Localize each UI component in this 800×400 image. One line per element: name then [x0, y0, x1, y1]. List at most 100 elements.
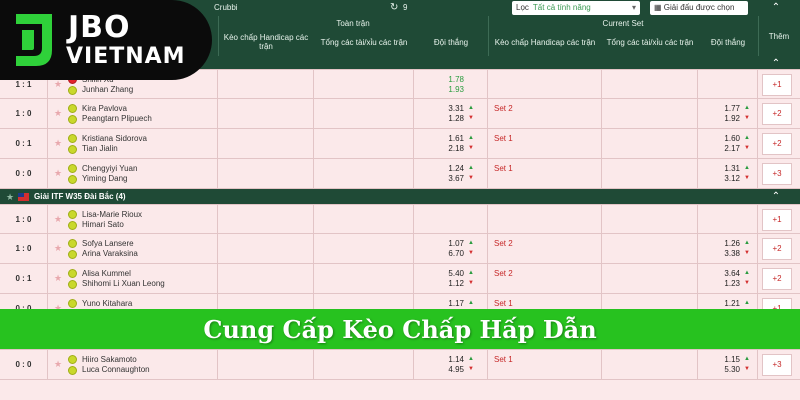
- more-markets-button[interactable]: +2: [762, 268, 792, 290]
- set-winner-odds[interactable]: 1.31: [704, 164, 740, 173]
- more-markets-button[interactable]: +3: [762, 354, 792, 376]
- match-row[interactable]: 1 : 0 ★ Kira Pavlova Peangtarn Plipuech …: [0, 99, 800, 129]
- winner-odds[interactable]: 1.93: [428, 85, 464, 94]
- full-handicap-cell[interactable]: [218, 129, 314, 158]
- set-winner-cell[interactable]: [698, 70, 758, 98]
- winner-odds[interactable]: 5.40: [428, 269, 464, 278]
- set-winner-cell[interactable]: 1.77 1.92 ▲ ▼: [698, 99, 758, 128]
- full-over-under-cell[interactable]: [314, 129, 414, 158]
- set-winner-cell[interactable]: 3.64 1.23 ▲ ▼: [698, 264, 758, 293]
- full-winner-cell[interactable]: 5.40 1.12 ▲ ▼: [414, 264, 488, 293]
- full-over-under-cell[interactable]: [314, 159, 414, 188]
- set-winner-cell[interactable]: 1.31 3.12 ▲ ▼: [698, 159, 758, 188]
- selected-leagues-button[interactable]: ▦ Giải đấu được chọn: [650, 1, 748, 15]
- full-handicap-cell[interactable]: [218, 159, 314, 188]
- full-over-under-cell[interactable]: [314, 264, 414, 293]
- more-markets-button[interactable]: +2: [762, 133, 792, 155]
- winner-odds[interactable]: 2.18: [428, 144, 464, 153]
- match-row[interactable]: 0 : 1 ★ Alisa Kummel Shihomi Li Xuan Leo…: [0, 264, 800, 294]
- set-over-under-cell[interactable]: [602, 129, 698, 158]
- set-winner-cell[interactable]: 1.60 2.17 ▲ ▼: [698, 129, 758, 158]
- collapse-all-icon[interactable]: ⌃: [766, 0, 786, 16]
- more-markets-button[interactable]: +1: [762, 73, 792, 96]
- full-over-under-cell[interactable]: [314, 234, 414, 263]
- full-handicap-cell[interactable]: [218, 70, 314, 98]
- winner-odds[interactable]: 6.70: [428, 249, 464, 258]
- full-handicap-cell[interactable]: [218, 264, 314, 293]
- filter-select[interactable]: Lọc Tất cả tính năng ▾: [512, 1, 640, 15]
- set-winner-odds[interactable]: 1.15: [704, 355, 740, 364]
- winner-odds[interactable]: 1.28: [428, 114, 464, 123]
- more-markets-button[interactable]: +2: [762, 103, 792, 125]
- set-handicap-cell[interactable]: [488, 70, 602, 98]
- full-winner-cell[interactable]: 1.61 2.18 ▲ ▼: [414, 129, 488, 158]
- set-over-under-cell[interactable]: [602, 99, 698, 128]
- full-over-under-cell[interactable]: [314, 99, 414, 128]
- winner-odds[interactable]: 4.95: [428, 365, 464, 374]
- set-over-under-cell[interactable]: [602, 70, 698, 98]
- set-winner-odds[interactable]: 1.21: [704, 299, 740, 308]
- match-row[interactable]: 0 : 0 ★ Chengyiyi Yuan Yiming Dang 1.24 …: [0, 159, 800, 189]
- set-winner-odds[interactable]: 1.92: [704, 114, 740, 123]
- set-over-under-cell[interactable]: [602, 159, 698, 188]
- set-winner-odds[interactable]: 3.12: [704, 174, 740, 183]
- league-row[interactable]: ★ Giải ITF W35 Đài Bắc (4) ⌃: [0, 189, 800, 205]
- full-handicap-cell[interactable]: [218, 205, 314, 233]
- match-row[interactable]: 1 : 0 ★ Lisa-Marie Rioux Himari Sato +1: [0, 205, 800, 234]
- set-over-under-cell[interactable]: [602, 264, 698, 293]
- set-winner-odds[interactable]: 1.23: [704, 279, 740, 288]
- winner-odds[interactable]: 1.07: [428, 239, 464, 248]
- full-over-under-cell[interactable]: [314, 205, 414, 233]
- set-winner-odds[interactable]: 3.64: [704, 269, 740, 278]
- set-winner-odds[interactable]: 1.77: [704, 104, 740, 113]
- winner-odds[interactable]: 1.24: [428, 164, 464, 173]
- star-icon[interactable]: ★: [54, 138, 62, 149]
- full-handicap-cell[interactable]: [218, 234, 314, 263]
- full-winner-cell[interactable]: [414, 205, 488, 233]
- set-handicap-cell[interactable]: [488, 205, 602, 233]
- full-winner-cell[interactable]: 1.78 1.93: [414, 70, 488, 98]
- full-winner-cell[interactable]: 1.14 4.95 ▲ ▼: [414, 350, 488, 379]
- full-winner-cell[interactable]: 1.07 6.70 ▲ ▼: [414, 234, 488, 263]
- match-row[interactable]: 1 : 0 ★ Sofya Lansere Arina Varaksina 1.…: [0, 234, 800, 264]
- refresh-icon[interactable]: ↻: [390, 0, 398, 16]
- set-winner-odds[interactable]: 2.17: [704, 144, 740, 153]
- set-winner-cell[interactable]: 1.26 3.38 ▲ ▼: [698, 234, 758, 263]
- full-over-under-cell[interactable]: [314, 350, 414, 379]
- set-winner-cell[interactable]: 1.15 5.30 ▲ ▼: [698, 350, 758, 379]
- full-winner-cell[interactable]: 3.31 1.28 ▲ ▼: [414, 99, 488, 128]
- set-winner-cell[interactable]: [698, 205, 758, 233]
- winner-odds[interactable]: 1.14: [428, 355, 464, 364]
- set-winner-odds[interactable]: 1.26: [704, 239, 740, 248]
- match-row[interactable]: 0 : 1 ★ Kristiana Sidorova Tian Jialin 1…: [0, 129, 800, 159]
- full-handicap-cell[interactable]: [218, 99, 314, 128]
- winner-odds[interactable]: 1.61: [428, 134, 464, 143]
- winner-odds[interactable]: 3.31: [428, 104, 464, 113]
- set-winner-odds[interactable]: 3.38: [704, 249, 740, 258]
- star-icon[interactable]: ★: [54, 214, 62, 225]
- set-winner-odds[interactable]: 1.60: [704, 134, 740, 143]
- match-row[interactable]: 0 : 0 ★ Hiiro Sakamoto Luca Connaughton …: [0, 350, 800, 380]
- star-icon[interactable]: ★: [54, 168, 62, 179]
- more-markets-button[interactable]: +1: [762, 208, 792, 231]
- star-icon[interactable]: ★: [54, 108, 62, 119]
- more-markets-button[interactable]: +2: [762, 238, 792, 260]
- star-icon[interactable]: ★: [54, 359, 62, 370]
- star-icon[interactable]: ★: [6, 189, 14, 205]
- set-over-under-cell[interactable]: [602, 350, 698, 379]
- full-winner-cell[interactable]: 1.24 3.67 ▲ ▼: [414, 159, 488, 188]
- star-icon[interactable]: ★: [54, 273, 62, 284]
- star-icon[interactable]: ★: [54, 79, 62, 90]
- full-handicap-cell[interactable]: [218, 350, 314, 379]
- winner-odds[interactable]: 1.78: [428, 75, 464, 84]
- chevron-up-icon[interactable]: ⌃: [766, 189, 786, 205]
- more-markets-button[interactable]: +3: [762, 163, 792, 185]
- winner-odds[interactable]: 1.17: [428, 299, 464, 308]
- winner-odds[interactable]: 1.12: [428, 279, 464, 288]
- full-over-under-cell[interactable]: [314, 70, 414, 98]
- star-icon[interactable]: ★: [54, 243, 62, 254]
- set-winner-odds[interactable]: 5.30: [704, 365, 740, 374]
- winner-odds[interactable]: 3.67: [428, 174, 464, 183]
- set-over-under-cell[interactable]: [602, 234, 698, 263]
- set-over-under-cell[interactable]: [602, 205, 698, 233]
